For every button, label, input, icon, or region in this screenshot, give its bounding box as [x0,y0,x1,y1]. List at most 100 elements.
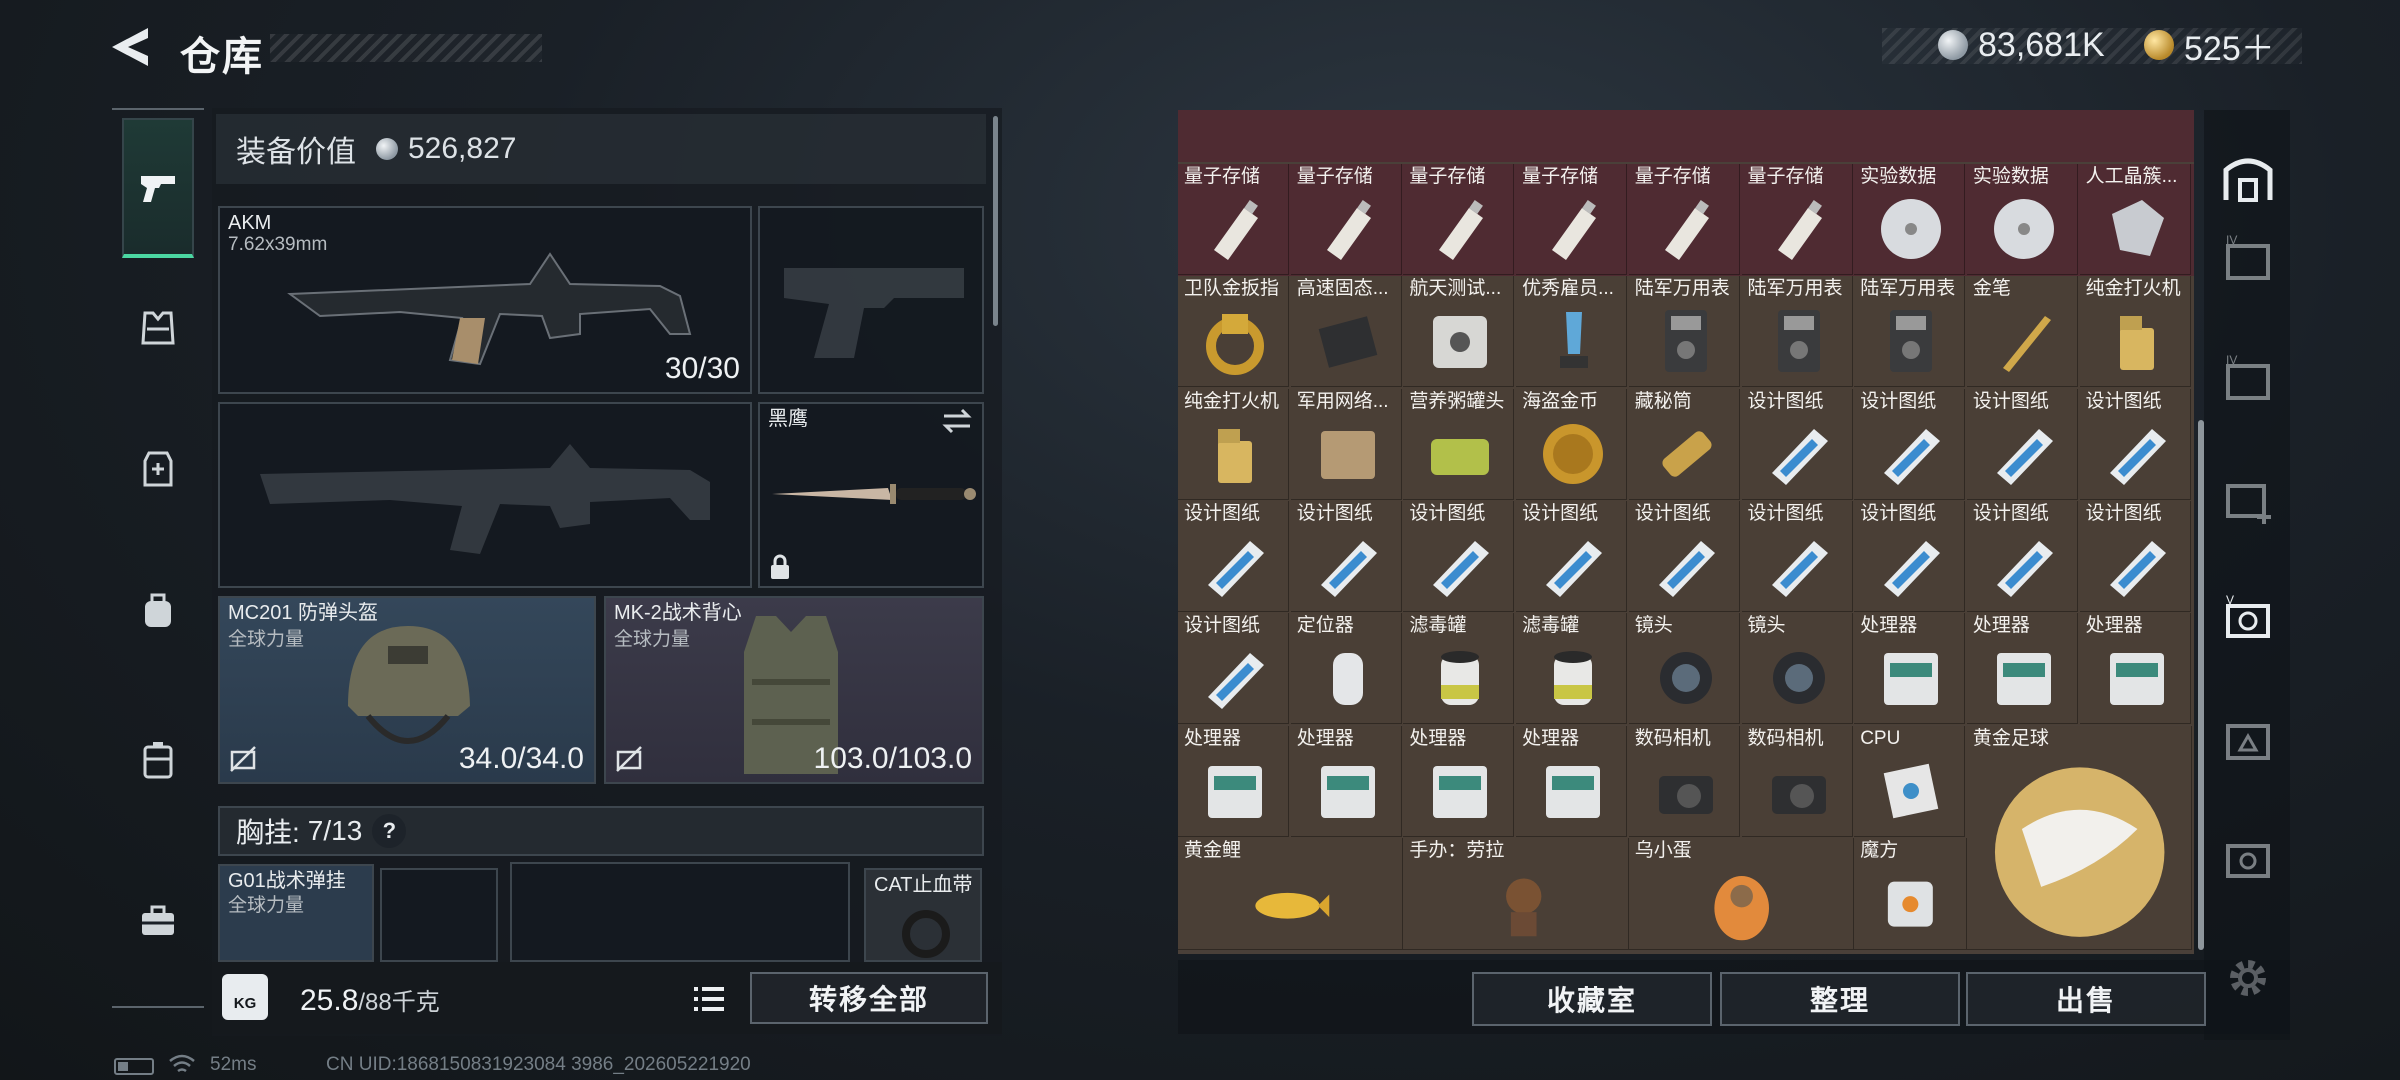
inventory-item[interactable]: 设计图纸 [1178,613,1289,725]
inventory-item[interactable]: 滤毒罐 [1516,613,1628,725]
collection-room-button[interactable]: 收藏室 [1472,972,1712,1026]
inventory-item[interactable]: 高速固态... [1290,276,1402,388]
nav-chest-rig[interactable] [122,258,194,398]
rig-empty-slot[interactable] [380,868,498,962]
blueprint-icon [1658,540,1715,597]
help-icon[interactable]: ? [372,814,407,848]
inventory-item[interactable]: 实验数据 [1854,164,1966,275]
inventory-item[interactable]: 设计图纸 [1741,388,1853,500]
inventory-item[interactable]: 处理器 [2079,613,2191,725]
helmet-slot[interactable]: MC201 防弹头盔 全球力量 34.0/34.0 [218,596,596,784]
sell-button[interactable]: 出售 [1966,972,2206,1026]
inventory-item[interactable]: CPU [1854,725,1966,837]
gold-currency[interactable]: 525＋ [2144,26,2275,68]
inventory-item[interactable]: 陆军万用表 [1628,276,1740,388]
inventory-item[interactable]: 设计图纸 [1854,388,1966,500]
inventory-item[interactable]: 设计图纸 [1966,500,2078,612]
storage-iv-icon[interactable]: IV [2220,350,2276,406]
tourniquet-slot[interactable]: CAT止血带 [864,868,982,962]
inventory-item[interactable]: 量子存储 [1403,164,1515,275]
inventory-item[interactable]: 金笔 [1966,276,2078,388]
inventory-item[interactable]: 人工晶簇... [2079,164,2191,275]
nav-backpack[interactable] [122,540,194,680]
inventory-item[interactable]: 纯金打火机 [2079,276,2191,388]
inventory-item[interactable]: 设计图纸 [2079,500,2191,612]
inventory-large-item[interactable]: 乌小蛋 [1628,837,1855,951]
nav-weapons[interactable] [122,118,194,258]
storage-v-icon[interactable] [2220,830,2276,886]
primary-weapon-slot[interactable]: AKM 7.62x39mm 30/30 [218,206,752,394]
inventory-item[interactable]: 处理器 [1178,725,1289,837]
inventory-item[interactable]: 设计图纸 [1178,500,1289,612]
melee-slot[interactable]: 黑鹰 [758,402,984,588]
blueprint-icon [1208,653,1264,710]
inventory-item[interactable]: 实验数据 [1966,164,2078,275]
inventory-item[interactable]: 设计图纸 [1741,500,1853,612]
lighter-icon [2119,316,2154,371]
inventory-item[interactable]: 设计图纸 [1516,500,1628,612]
inventory-item[interactable]: 纯金打火机 [1178,388,1289,500]
transfer-all-button[interactable]: 转移全部 [750,972,988,1024]
inventory-item[interactable]: 营养粥罐头 [1403,388,1515,500]
nav-toolbox[interactable] [122,850,194,990]
inventory-item[interactable]: 陆军万用表 [1854,276,1966,388]
inventory-item[interactable]: 镜头 [1628,613,1740,725]
inventory-item[interactable]: 滤毒罐 [1403,613,1515,725]
inventory-item[interactable]: 卫队金扳指 [1178,276,1289,388]
list-view-button[interactable] [686,976,732,1022]
inventory-item[interactable]: 量子存储 [1516,164,1628,275]
inventory-item[interactable]: 陆军万用表 [1741,276,1853,388]
rig-item-slot[interactable]: G01战术弹挂 全球力量 [218,864,374,962]
back-arrow-icon[interactable] [108,24,154,70]
sort-button[interactable]: 整理 [1720,972,1960,1026]
inventory-large-item[interactable]: 黄金鲤 [1178,837,1404,951]
inventory-item[interactable]: 优秀雇员... [1516,276,1628,388]
inventory-large-item[interactable]: 手办：劳拉 [1403,837,1629,951]
inventory-scrollbar[interactable] [2198,420,2204,950]
item-name: 卫队金扳指 [1184,278,1280,300]
blueprint-icon [2109,540,2166,597]
inventory-item[interactable]: 处理器 [1290,725,1402,837]
inventory-large-item[interactable]: 黄金足球 [1966,725,2193,951]
inventory-item[interactable]: 处理器 [1516,725,1628,837]
inventory-item[interactable]: 镜头 [1741,613,1853,725]
storage-add-icon[interactable] [2220,470,2276,526]
storage-v-icon[interactable]: V [2220,590,2276,646]
rig-empty-slot[interactable] [510,862,850,962]
storage-iv-icon[interactable]: IV [2220,230,2276,286]
inventory-item[interactable]: 设计图纸 [1628,500,1740,612]
nav-safe-case[interactable] [122,690,194,830]
inventory-item[interactable]: 军用网络... [1290,388,1402,500]
inventory-item[interactable]: 定位器 [1290,613,1402,725]
inventory-large-item[interactable]: 魔方 [1854,837,1967,951]
silver-currency[interactable]: 83,681K [1938,26,2105,64]
loadout-scrollbar[interactable] [993,116,998,326]
storage-iv-icon[interactable] [2220,710,2276,766]
inventory-item[interactable]: 设计图纸 [1403,500,1515,612]
inventory-item[interactable]: 处理器 [1403,725,1515,837]
equipment-value-amount: 526,827 [408,132,517,165]
inventory-item[interactable]: 藏秘筒 [1628,388,1740,500]
inventory-item[interactable]: 量子存储 [1628,164,1740,275]
inventory-item[interactable]: 设计图纸 [2079,388,2191,500]
vest-slot[interactable]: MK-2战术背心 全球力量 103.0/103.0 [604,596,984,784]
item-name: 航天测试... [1409,278,1502,300]
inventory-item[interactable]: 量子存储 [1178,164,1289,275]
inventory-item[interactable]: 处理器 [1854,613,1966,725]
inventory-item[interactable]: 设计图纸 [1966,388,2078,500]
inventory-item[interactable]: 数码相机 [1628,725,1740,837]
inventory-item[interactable]: 设计图纸 [1854,500,1966,612]
inventory-item[interactable]: 航天测试... [1403,276,1515,388]
nav-armor[interactable] [122,400,194,540]
inventory-item[interactable]: 量子存储 [1741,164,1853,275]
inventory-item[interactable]: 海盗金币 [1516,388,1628,500]
secondary-weapon-slot[interactable] [758,206,984,394]
svg-text:IV: IV [2226,353,2237,367]
inventory-item[interactable]: 设计图纸 [1290,500,1402,612]
swap-icon[interactable] [940,408,974,434]
inventory-item[interactable]: 数码相机 [1741,725,1853,837]
inventory-item[interactable]: 处理器 [1966,613,2078,725]
shelter-icon[interactable] [2220,150,2276,206]
backup-weapon-slot[interactable] [218,402,752,588]
inventory-item[interactable]: 量子存储 [1290,164,1402,275]
